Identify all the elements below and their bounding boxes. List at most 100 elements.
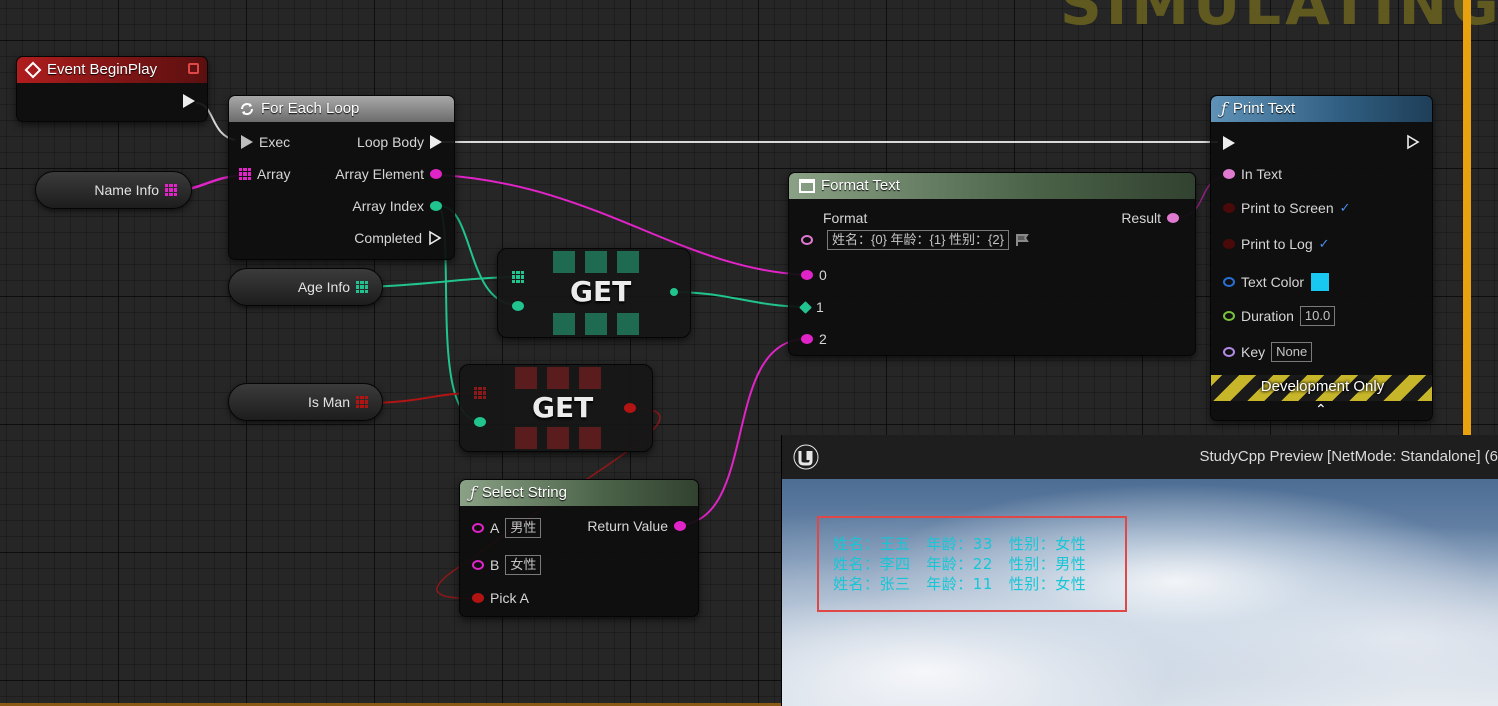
name-pin-icon: [1223, 347, 1235, 357]
format-pin-1[interactable]: 1: [799, 299, 824, 315]
print-to-screen-pin[interactable]: Print to Screen ✓: [1223, 200, 1351, 216]
get-deco: [617, 251, 639, 273]
print-output-line: 姓名：李四 年龄：22 性别：男性: [833, 555, 1087, 573]
foreach-array-index-pin[interactable]: Array Index: [352, 198, 442, 214]
get-index-in-pin[interactable]: [512, 301, 524, 311]
print-output-line: 姓名：王五 年龄：33 性别：女性: [833, 535, 1087, 553]
format-text-node[interactable]: Format Text Format 姓名：{0} 年龄：{1} 性别：{2} …: [788, 172, 1196, 356]
development-only-banner: Development Only: [1211, 375, 1432, 401]
get-out-pin[interactable]: [670, 288, 678, 296]
age-info-variable[interactable]: Age Info: [228, 268, 383, 306]
text-pin-icon: [1167, 213, 1179, 223]
chevron-up-icon[interactable]: ⌃: [1315, 401, 1327, 418]
event-diamond-icon: [24, 61, 42, 79]
bool-pin-icon: [1223, 239, 1235, 249]
array-icon: [356, 281, 368, 293]
event-exec-out-pin[interactable]: [183, 94, 195, 108]
print-exec-in-pin[interactable]: [1223, 136, 1235, 150]
foreach-loop-node[interactable]: For Each Loop Exec Array Loop Body Array…: [228, 95, 455, 260]
get-array-in-pin[interactable]: [474, 387, 486, 399]
age-info-label: Age Info: [297, 279, 350, 295]
completed-label: Completed: [354, 230, 422, 246]
pin-2-label: 2: [819, 331, 827, 347]
int-pin-icon: [799, 300, 812, 314]
is-man-variable[interactable]: Is Man: [228, 383, 383, 421]
print-duration-pin[interactable]: Duration 10.0: [1223, 306, 1336, 326]
select-pick-a-pin[interactable]: Pick A: [472, 590, 529, 606]
exec-out-icon: [183, 94, 195, 108]
print-output-highlight: 姓名：王五 年龄：33 性别：女性 姓名：李四 年龄：22 性别：男性 姓名：张…: [817, 516, 1127, 612]
development-only-label: Development Only: [1260, 378, 1385, 395]
text-color-swatch[interactable]: [1310, 272, 1331, 292]
select-string-node[interactable]: ƒ Select String A 男性 B 女性 Pick A Return Va…: [459, 479, 699, 617]
loop-body-label: Loop Body: [357, 134, 424, 150]
print-to-screen-label: Print to Screen: [1241, 200, 1334, 216]
format-pin-0[interactable]: 0: [801, 267, 827, 283]
wire-ageinfo-get1: [364, 276, 518, 288]
event-beginplay-node[interactable]: Event BeginPlay: [16, 56, 208, 122]
print-intext-pin[interactable]: In Text: [1223, 166, 1282, 182]
array-icon: [512, 271, 524, 283]
format-value-field[interactable]: 姓名：{0} 年龄：{1} 性别：{2}: [827, 230, 1009, 250]
array-icon: [239, 168, 251, 180]
get-node-age[interactable]: GET: [497, 248, 691, 338]
format-label-pin: Format: [823, 210, 867, 226]
exec-out-icon: [430, 135, 442, 149]
preview-window[interactable]: StudyCpp Preview [NetMode: Standalone] (…: [781, 435, 1498, 706]
localize-flag-icon[interactable]: [1015, 233, 1031, 247]
get-index-in-pin[interactable]: [474, 417, 486, 427]
foreach-exec-in-pin[interactable]: Exec: [241, 134, 290, 150]
pin-1-label: 1: [816, 299, 824, 315]
string-pin-icon: [674, 521, 686, 531]
exec-hollow-icon: [1407, 134, 1420, 150]
string-pin-icon: [430, 169, 442, 179]
a-value-field[interactable]: 男性: [505, 518, 542, 538]
text-color-label: Text Color: [1241, 274, 1305, 290]
get-deco: [553, 313, 575, 335]
foreach-array-element-pin[interactable]: Array Element: [335, 166, 442, 182]
checkbox-checked-icon[interactable]: ✓: [1340, 200, 1351, 216]
format-pin-2[interactable]: 2: [801, 331, 827, 347]
format-in-pin[interactable]: 姓名：{0} 年龄：{1} 性别：{2}: [801, 230, 1031, 250]
name-info-variable[interactable]: Name Info: [35, 171, 192, 209]
function-icon: ƒ: [470, 483, 476, 502]
checkbox-checked-icon[interactable]: ✓: [1319, 236, 1330, 252]
print-key-pin[interactable]: Key None: [1223, 342, 1313, 362]
get-deco: [553, 251, 575, 273]
simulating-banner: SIMULATING: [1060, 0, 1498, 38]
get-node-isman[interactable]: GET: [459, 364, 653, 452]
foreach-completed-pin[interactable]: Completed: [354, 230, 442, 246]
exec-label: Exec: [259, 134, 291, 150]
get-out-pin[interactable]: [624, 403, 636, 413]
select-string-title: Select String: [481, 484, 567, 501]
int-pin-icon: [512, 301, 524, 311]
get-deco: [547, 427, 569, 449]
foreach-array-pin[interactable]: Array: [239, 166, 290, 182]
string-pin-icon: [472, 560, 484, 570]
preview-viewport[interactable]: 姓名：王五 年龄：33 性别：女性 姓名：李四 年龄：22 性别：男性 姓名：张…: [782, 479, 1498, 706]
string-pin-icon: [472, 523, 484, 533]
get-deco: [515, 427, 537, 449]
bool-pin-icon: [1223, 203, 1235, 213]
struct-pin-icon: [1223, 277, 1235, 287]
print-text-color-pin[interactable]: Text Color: [1223, 272, 1331, 292]
print-output-line: 姓名：张三 年龄：11 性别：女性: [833, 575, 1087, 593]
duration-field[interactable]: 10.0: [1299, 306, 1336, 326]
key-field[interactable]: None: [1271, 342, 1313, 362]
loop-icon: [241, 103, 253, 115]
select-return-pin[interactable]: Return Value: [587, 518, 686, 534]
print-text-node[interactable]: ƒ Print Text In Text Print to Screen ✓ Pr…: [1210, 95, 1433, 421]
preview-titlebar[interactable]: StudyCpp Preview [NetMode: Standalone] (…: [782, 435, 1498, 479]
select-a-pin[interactable]: A 男性: [472, 518, 542, 538]
select-b-pin[interactable]: B 女性: [472, 555, 542, 575]
b-value-field[interactable]: 女性: [505, 555, 542, 575]
format-result-pin[interactable]: Result: [1121, 210, 1179, 226]
get-array-in-pin[interactable]: [512, 271, 524, 283]
print-to-log-pin[interactable]: Print to Log ✓: [1223, 236, 1330, 252]
get-deco: [617, 313, 639, 335]
foreach-title: For Each Loop: [261, 100, 360, 117]
int-pin-icon: [670, 288, 678, 296]
foreach-loopbody-pin[interactable]: Loop Body: [357, 134, 442, 150]
format-label: Format: [823, 210, 868, 226]
print-exec-out-pin[interactable]: [1406, 134, 1420, 150]
